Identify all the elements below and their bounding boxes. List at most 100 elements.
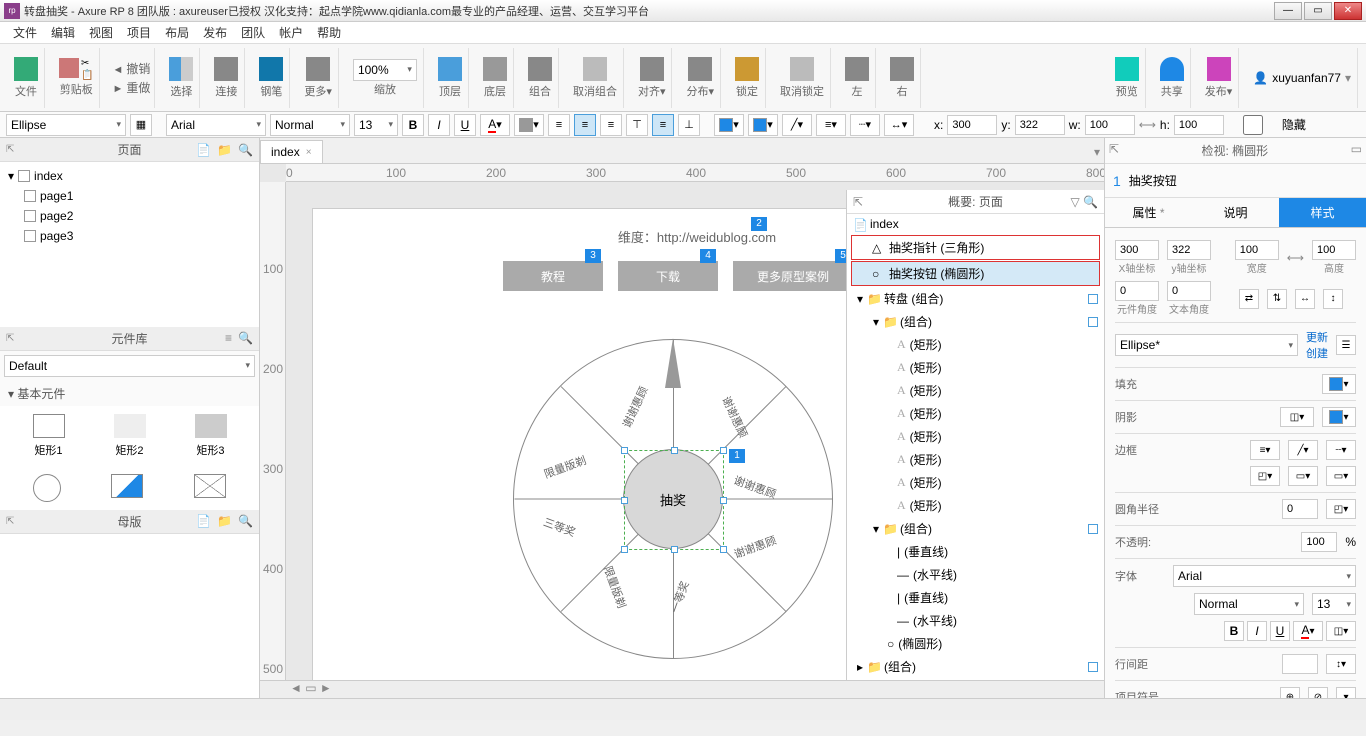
ot-grp2[interactable]: ▾📁(组合) (847, 517, 1104, 540)
close-button[interactable]: ✕ (1334, 2, 1362, 20)
ot-wheel[interactable]: ▾📁转盘 (组合) (847, 287, 1104, 310)
canvas-btn-more[interactable]: 更多原型案例 (733, 261, 853, 291)
ot-pointer[interactable]: △抽奖指针 (三角形) (851, 235, 1100, 260)
tool-clipboard[interactable]: ✂📋剪贴板 (53, 48, 100, 108)
style-opts-icon[interactable]: ☰ (1336, 335, 1356, 355)
x-input[interactable] (947, 115, 997, 135)
underline-button[interactable]: U (454, 114, 476, 136)
fill-color2[interactable]: ▾ (748, 114, 778, 136)
lineheight-input[interactable] (1282, 654, 1318, 674)
radius-corners[interactable]: ◰▾ (1326, 499, 1356, 519)
size-select[interactable]: 13 (354, 114, 398, 136)
weight-select[interactable]: Normal (270, 114, 350, 136)
arrow-style[interactable]: ↔▾ (884, 114, 914, 136)
bg-color[interactable]: ▾ (514, 114, 544, 136)
tool-distribute[interactable]: 分布▾ (680, 48, 721, 108)
ot-grp1[interactable]: ▾📁(组合) (847, 310, 1104, 333)
prop-angle[interactable] (1115, 281, 1159, 301)
valign-top[interactable]: ⊤ (626, 114, 648, 136)
bold-button[interactable]: B (402, 114, 424, 136)
tool-left[interactable]: 左 (839, 48, 876, 108)
right-pin-icon[interactable]: ⇱ (1109, 142, 1119, 156)
fill-color-picker[interactable]: ▾ (1322, 374, 1356, 394)
line-style[interactable]: ┈▾ (850, 114, 880, 136)
r-italic[interactable]: I (1247, 621, 1267, 641)
flip-h-icon[interactable]: ⇄ (1239, 289, 1259, 309)
canvas-btn-download[interactable]: 下载 (618, 261, 718, 291)
tool-right[interactable]: 右 (884, 48, 921, 108)
widget-rect1[interactable]: 矩形1 (33, 414, 65, 458)
create-link[interactable]: 创建 (1306, 348, 1328, 360)
widget-ellipse[interactable] (33, 474, 61, 502)
r-underline[interactable]: U (1270, 621, 1290, 641)
tab-notes[interactable]: 说明 (1192, 198, 1279, 227)
minimize-button[interactable]: — (1274, 2, 1302, 20)
tool-pen[interactable]: 钢笔 (253, 48, 290, 108)
search-icon[interactable]: 🔍 (238, 143, 253, 157)
canvas-tab[interactable]: index× (260, 140, 323, 163)
tab-attributes[interactable]: 属性 * (1105, 198, 1192, 227)
prop-y[interactable] (1167, 240, 1211, 260)
outline-pin-icon[interactable]: ⇱ (853, 195, 863, 209)
shape-toggle[interactable]: ▦ (130, 114, 152, 136)
fit-w-icon[interactable]: ↔ (1295, 289, 1315, 309)
tool-more[interactable]: 更多▾ (298, 48, 339, 108)
add-folder-icon[interactable]: 📁 (217, 143, 232, 157)
menu-file[interactable]: 文件 (6, 24, 44, 41)
prop-x[interactable] (1115, 240, 1159, 260)
tool-share[interactable]: 共享 (1154, 48, 1191, 108)
menu-layout[interactable]: 布局 (158, 24, 196, 41)
tool-align[interactable]: 对齐▾ (632, 48, 673, 108)
tool-group[interactable]: 组合 (522, 48, 559, 108)
widget-rect3[interactable]: 矩形3 (195, 414, 227, 458)
font-color[interactable]: A▾ (480, 114, 510, 136)
menu-project[interactable]: 项目 (120, 24, 158, 41)
border-color[interactable]: ╱▾ (1288, 440, 1318, 460)
fit-h-icon[interactable]: ↕ (1323, 289, 1343, 309)
ot-button[interactable]: ○抽奖按钮 (椭圆形) (851, 261, 1100, 286)
hidden-check[interactable] (1228, 115, 1278, 135)
menu-publish[interactable]: 发布 (196, 24, 234, 41)
y-input[interactable] (1015, 115, 1065, 135)
font-size-select[interactable]: 13 (1312, 593, 1356, 615)
close-tab-icon[interactable]: × (306, 147, 312, 158)
menu-edit[interactable]: 编辑 (44, 24, 82, 41)
outer-shadow[interactable]: ◫▾ (1280, 407, 1314, 427)
wheel-group[interactable]: 谢谢惠顾 谢谢惠顾 谢谢惠顾 一等奖 限量版剃 三等奖 限量版剃 谢谢惠顾 抽奖… (513, 339, 833, 659)
tree-page1[interactable]: page1 (0, 186, 259, 206)
valign-bot[interactable]: ⊥ (678, 114, 700, 136)
tool-unlock[interactable]: 取消锁定 (774, 48, 831, 108)
w-input[interactable] (1085, 115, 1135, 135)
border-style[interactable]: ┈▾ (1326, 440, 1356, 460)
tree-page2[interactable]: page2 (0, 206, 259, 226)
add-page-icon[interactable]: 📄 (196, 143, 211, 157)
widget-lib-select[interactable]: Default (4, 355, 255, 377)
prop-h[interactable] (1312, 240, 1356, 260)
menu-team[interactable]: 团队 (234, 24, 272, 41)
prop-w[interactable] (1235, 240, 1279, 260)
align-right[interactable]: ≡ (600, 114, 622, 136)
tree-root[interactable]: ▾index (0, 166, 259, 186)
italic-button[interactable]: I (428, 114, 450, 136)
font-family-select[interactable]: Arial (1173, 565, 1356, 587)
line-width[interactable]: ≡▾ (816, 114, 846, 136)
widget-rect2[interactable]: 矩形2 (114, 414, 146, 458)
tab-menu-icon[interactable]: ▾ (1090, 141, 1104, 163)
menu-view[interactable]: 视图 (82, 24, 120, 41)
r-fontcolor[interactable]: A▾ (1293, 621, 1323, 641)
widget-image[interactable] (111, 474, 143, 502)
h-input[interactable] (1174, 115, 1224, 135)
tool-connect[interactable]: 连接 (208, 48, 245, 108)
widget-placeholder[interactable] (194, 474, 226, 502)
tool-file[interactable]: 文件 (8, 48, 45, 108)
menu-account[interactable]: 帐户 (272, 24, 310, 41)
maximize-button[interactable]: ▭ (1304, 2, 1332, 20)
align-center[interactable]: ≡ (574, 114, 596, 136)
radius-input[interactable] (1282, 499, 1318, 519)
fill-color[interactable]: ▾ (714, 114, 744, 136)
ot-grp3[interactable]: ▸📁(组合) (847, 655, 1104, 678)
zoom-select[interactable]: 100% (353, 59, 417, 81)
tab-style[interactable]: 样式 (1279, 198, 1366, 227)
flip-v-icon[interactable]: ⇅ (1267, 289, 1287, 309)
menu-help[interactable]: 帮助 (310, 24, 348, 41)
